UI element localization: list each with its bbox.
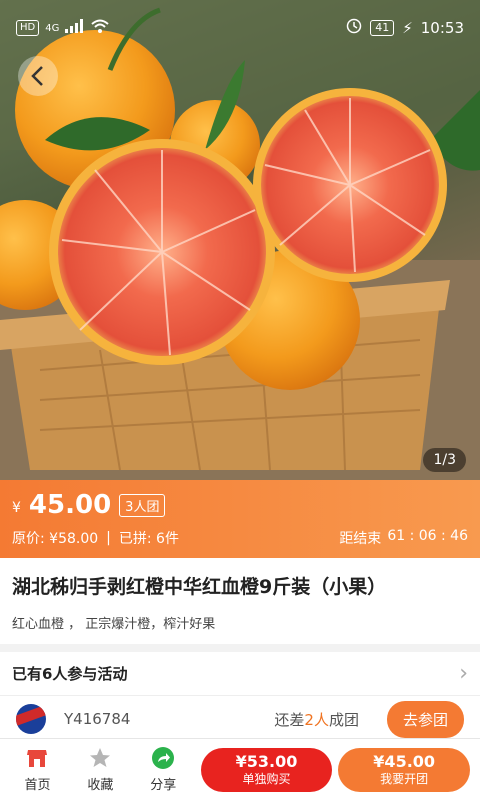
product-photo [0, 0, 480, 480]
buy-solo-button[interactable]: ¥53.00 单独购买 [200, 747, 333, 792]
currency-symbol: ¥ [12, 500, 21, 516]
nav-share-label: 分享 [150, 778, 177, 793]
hd-indicator: HD [16, 20, 40, 36]
chevron-right-icon: › [459, 661, 468, 686]
product-info: 湖北秭归手剥红橙中华红血橙9斤装（小果） 红心血橙 ， 正宗爆汁橙，榨汁好果 [0, 558, 480, 644]
need-suffix: 成团 [328, 710, 359, 729]
price-banner: ¥ 45.00 3人团 原价: ¥58.00 | 已拼: 6件 距结束 61 :… [0, 480, 480, 558]
group-buy-label: 我要开团 [380, 771, 429, 786]
need-count: 2人 [304, 710, 329, 729]
nav-favorite[interactable]: 收藏 [69, 746, 132, 793]
product-subtitle: 红心血橙 ， 正宗爆汁橙，榨汁好果 [12, 617, 216, 632]
nav-home[interactable]: 首页 [6, 746, 69, 793]
battery-indicator: 41 [370, 20, 395, 36]
team-leader-name: Y416784 [64, 710, 131, 728]
chevron-left-icon [31, 66, 43, 86]
star-icon [90, 748, 111, 767]
gallery-counter: 1/3 [423, 448, 466, 472]
product-title: 湖北秭归手剥红橙中华红血橙9斤装（小果） [12, 576, 387, 598]
team-need-text: 还差2人成团 [274, 709, 359, 730]
countdown-label: 距结束 [339, 531, 382, 547]
participants-section: 已有6人参与活动 › Y416784 还差2人成团 去参团 [0, 652, 480, 742]
original-price: 原价: ¥58.00 [12, 531, 99, 547]
group-price: 45.00 [28, 490, 112, 520]
nav-share[interactable]: 分享 [132, 746, 195, 793]
sold-count: 已拼: 6件 [118, 531, 179, 547]
network-type: 4G [45, 22, 60, 34]
group-size-tag: 3人团 [119, 493, 166, 517]
store-icon [27, 750, 48, 767]
status-bar: HD 4G 41 ⚡ 10:53 [0, 0, 480, 56]
nav-favorite-label: 收藏 [87, 778, 114, 793]
wifi-icon [91, 19, 110, 37]
group-buy-price: ¥45.00 [373, 751, 436, 771]
countdown-value: 61 : 06 : 46 [387, 528, 468, 544]
product-image[interactable] [0, 0, 480, 480]
participants-header[interactable]: 已有6人参与活动 › [0, 652, 480, 696]
solo-label: 单独购买 [242, 771, 291, 786]
bottom-action-bar: 首页 收藏 分享 ¥53.00 单独购买 ¥45.00 我要开团 [0, 738, 480, 800]
divider: | [106, 530, 111, 546]
avatar [16, 704, 46, 734]
charging-icon: ⚡ [402, 19, 413, 37]
signal-icon [65, 19, 85, 37]
nav-home-label: 首页 [24, 778, 51, 793]
participants-heading: 已有6人参与活动 [12, 665, 128, 683]
need-prefix: 还差 [274, 710, 305, 729]
join-group-button[interactable]: 去参团 [386, 700, 464, 738]
back-button[interactable] [18, 56, 58, 96]
share-icon [152, 747, 175, 769]
countdown: 距结束 61 : 06 : 46 [339, 528, 468, 548]
team-row: Y416784 还差2人成团 去参团 [0, 696, 480, 742]
clock: 10:53 [420, 19, 464, 37]
alarm-icon [346, 18, 362, 38]
start-group-button[interactable]: ¥45.00 我要开团 [338, 747, 471, 792]
solo-price: ¥53.00 [235, 751, 298, 771]
